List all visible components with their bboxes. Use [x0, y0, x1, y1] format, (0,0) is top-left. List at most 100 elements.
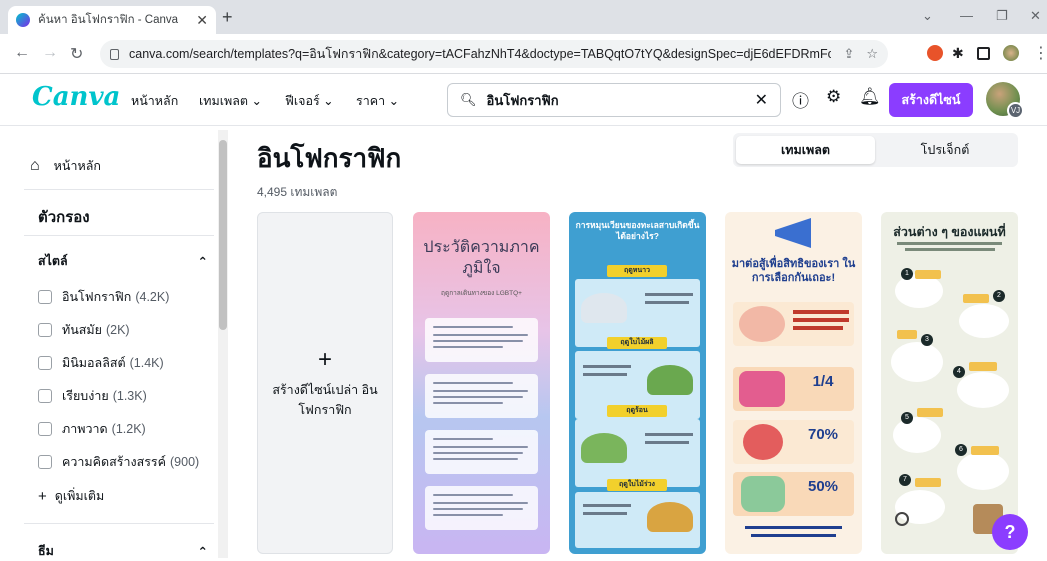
scrollbar-thumb[interactable] [219, 140, 227, 330]
search-input[interactable]: 🔍︎ อินโฟกราฟิก ✕ [447, 83, 781, 117]
search-icon: 🔍︎ [460, 92, 477, 107]
search-value: อินโฟกราฟิก [486, 92, 559, 108]
canva-favicon-icon [16, 13, 30, 27]
filter-option-label: ทันสมัย [62, 323, 102, 337]
style-filter-option[interactable]: มินิมอลลิสต์ (1.4K) [38, 353, 164, 373]
plus-icon: + [317, 346, 332, 373]
forward-icon[interactable]: → [42, 44, 58, 62]
filter-option-count: (2K) [105, 323, 130, 337]
clear-search-icon[interactable]: ✕ [755, 90, 768, 110]
extension-icon[interactable] [927, 45, 943, 61]
checkbox[interactable] [38, 323, 52, 337]
template-card-title: ประวัติความภาคภูมิใจ [423, 237, 540, 277]
back-icon[interactable]: ← [14, 44, 30, 62]
chevron-up-icon: ⌃ [197, 544, 208, 559]
step-number: 3 [921, 334, 933, 346]
season-tag: ฤดูใบไม้ร่วง [607, 479, 667, 491]
see-more-link[interactable]: + ดูเพิ่มเติม [38, 486, 104, 506]
filter-option-label: ความคิดสร้างสรรค์ [62, 455, 167, 469]
style-filter-option[interactable]: ทันสมัย (2K) [38, 320, 130, 340]
step-number: 1 [901, 268, 913, 280]
browser-tab-bar: ค้นหา อินโฟกราฟิก - Canva ✕ + ⌄ — ❐ ✕ [0, 0, 1047, 34]
tab-projects[interactable]: โปรเจ็กต์ [875, 136, 1015, 164]
lake-diagram [575, 492, 700, 548]
style-filter-header[interactable]: สไตล์ ⌃ [38, 251, 208, 271]
style-filter-option[interactable]: เรียบง่าย (1.3K) [38, 386, 147, 406]
help-circle-icon[interactable]: ⓘ [792, 87, 809, 112]
template-card-subtitle: ฤดูกาลเดินทางของ LGBTQ+ [441, 290, 522, 297]
bookmark-star-icon[interactable]: ☆ [866, 46, 878, 62]
help-button[interactable]: ? [992, 514, 1028, 550]
page-title: อินโฟกราฟิก [257, 143, 402, 173]
nav-pricing[interactable]: ราคา ⌄ [356, 91, 399, 111]
side-panel-icon[interactable] [977, 47, 990, 60]
create-blank-design-card[interactable]: + สร้างดีไซน์เปล่า อินโฟกราฟิก [257, 212, 393, 554]
profile-icon[interactable] [1003, 45, 1019, 61]
season-tag: ฤดูใบไม้ผลิ [607, 337, 667, 349]
canva-logo[interactable]: Canva [32, 82, 120, 112]
magnifier-illustration [895, 512, 909, 526]
theme-filter-header[interactable]: ธีม ⌃ [38, 541, 208, 561]
megaphone-icon [775, 218, 811, 248]
checkbox[interactable] [38, 356, 52, 370]
chevron-up-icon: ⌃ [197, 254, 208, 269]
browser-tab[interactable]: ค้นหา อินโฟกราฟิก - Canva ✕ [8, 6, 216, 34]
style-filter-option[interactable]: ภาพวาด (1.2K) [38, 419, 146, 439]
chevron-down-icon: ⌄ [323, 94, 334, 108]
filter-option-label: อินโฟกราฟิก [62, 290, 132, 304]
template-card[interactable]: ส่วนต่าง ๆ ของแผนที่ 1 2 3 4 5 6 7 [881, 212, 1018, 554]
template-card[interactable]: ประวัติความภาคภูมิใจ ฤดูกาลเดินทางของ LG… [413, 212, 550, 554]
sidebar-item-home[interactable]: ⌂ หน้าหลัก [30, 156, 101, 176]
reload-icon[interactable]: ↻ [70, 44, 83, 64]
divider [24, 235, 214, 236]
content-type-toggle: เทมเพลต โปรเจ็กต์ [733, 133, 1018, 167]
notification-bell-icon[interactable]: 🔔︎ [859, 87, 881, 107]
template-card-title: การหมุนเวียนของทะเลสาบเกิดขึ้นได้อย่างไร… [575, 220, 700, 241]
settings-gear-icon[interactable]: ⚙ [826, 87, 841, 107]
new-tab-icon[interactable]: + [222, 7, 233, 28]
share-icon[interactable]: ⇪ [843, 46, 854, 62]
checkbox[interactable] [38, 389, 52, 403]
style-filter-option[interactable]: อินโฟกราฟิก (4.2K) [38, 287, 169, 307]
stat-row: 1/4 [733, 367, 854, 411]
stat-row: 70% [733, 420, 854, 464]
timeline-block [425, 486, 538, 530]
filter-option-count: (1.4K) [129, 356, 164, 370]
url-input[interactable]: canva.com/search/templates?q=อินโฟกราฟิก… [100, 40, 888, 68]
template-count: 4,495 เทมเพลต [257, 185, 338, 199]
puzzle-extensions-icon[interactable]: ✱ [952, 45, 968, 61]
chevron-down-icon: ⌄ [251, 94, 263, 108]
close-tab-icon[interactable]: ✕ [196, 12, 208, 29]
avatar[interactable]: VJ [986, 82, 1024, 119]
stat-row: 50% [733, 472, 854, 516]
nav-features[interactable]: ฟีเจอร์ ⌄ [285, 91, 334, 111]
template-card[interactable]: มาต่อสู้เพื่อสิทธิของเรา ในการเลือกกันเถ… [725, 212, 862, 554]
checkbox[interactable] [38, 422, 52, 436]
template-card[interactable]: การหมุนเวียนของทะเลสาบเกิดขึ้นได้อย่างไร… [569, 212, 706, 554]
minimize-icon[interactable]: — [960, 8, 973, 23]
step-number: 6 [955, 444, 967, 456]
sidebar-scrollbar[interactable] [218, 130, 228, 558]
nav-home[interactable]: หน้าหลัก [131, 91, 178, 111]
style-filter-option[interactable]: ความคิดสร้างสรรค์ (900) [38, 452, 199, 472]
filter-option-count: (1.2K) [111, 422, 146, 436]
maximize-icon[interactable]: ❐ [996, 8, 1008, 24]
filters-title: ตัวกรอง [38, 209, 90, 226]
tab-search-icon[interactable]: ⌄ [922, 8, 933, 24]
template-card-title: มาต่อสู้เพื่อสิทธิของเรา ในการเลือกกันเถ… [731, 258, 856, 284]
create-design-button[interactable]: สร้างดีไซน์ [889, 83, 973, 117]
lock-icon [110, 48, 119, 60]
filter-option-count: (1.3K) [112, 389, 147, 403]
filter-option-count: (900) [170, 455, 200, 469]
checkbox[interactable] [38, 455, 52, 469]
divider [24, 523, 214, 524]
tab-templates[interactable]: เทมเพลต [736, 136, 875, 164]
canva-header: Canva หน้าหลัก เทมเพลต ⌄ ฟีเจอร์ ⌄ ราคา … [0, 74, 1047, 126]
filter-option-label: มินิมอลลิสต์ [62, 356, 126, 370]
nav-templates[interactable]: เทมเพลต ⌄ [199, 91, 262, 111]
chevron-down-icon: ⌄ [388, 94, 400, 108]
browser-menu-icon[interactable]: ⋮ [1033, 43, 1047, 63]
close-window-icon[interactable]: ✕ [1030, 8, 1041, 24]
checkbox[interactable] [38, 290, 52, 304]
season-tag: ฤดูร้อน [607, 405, 667, 417]
